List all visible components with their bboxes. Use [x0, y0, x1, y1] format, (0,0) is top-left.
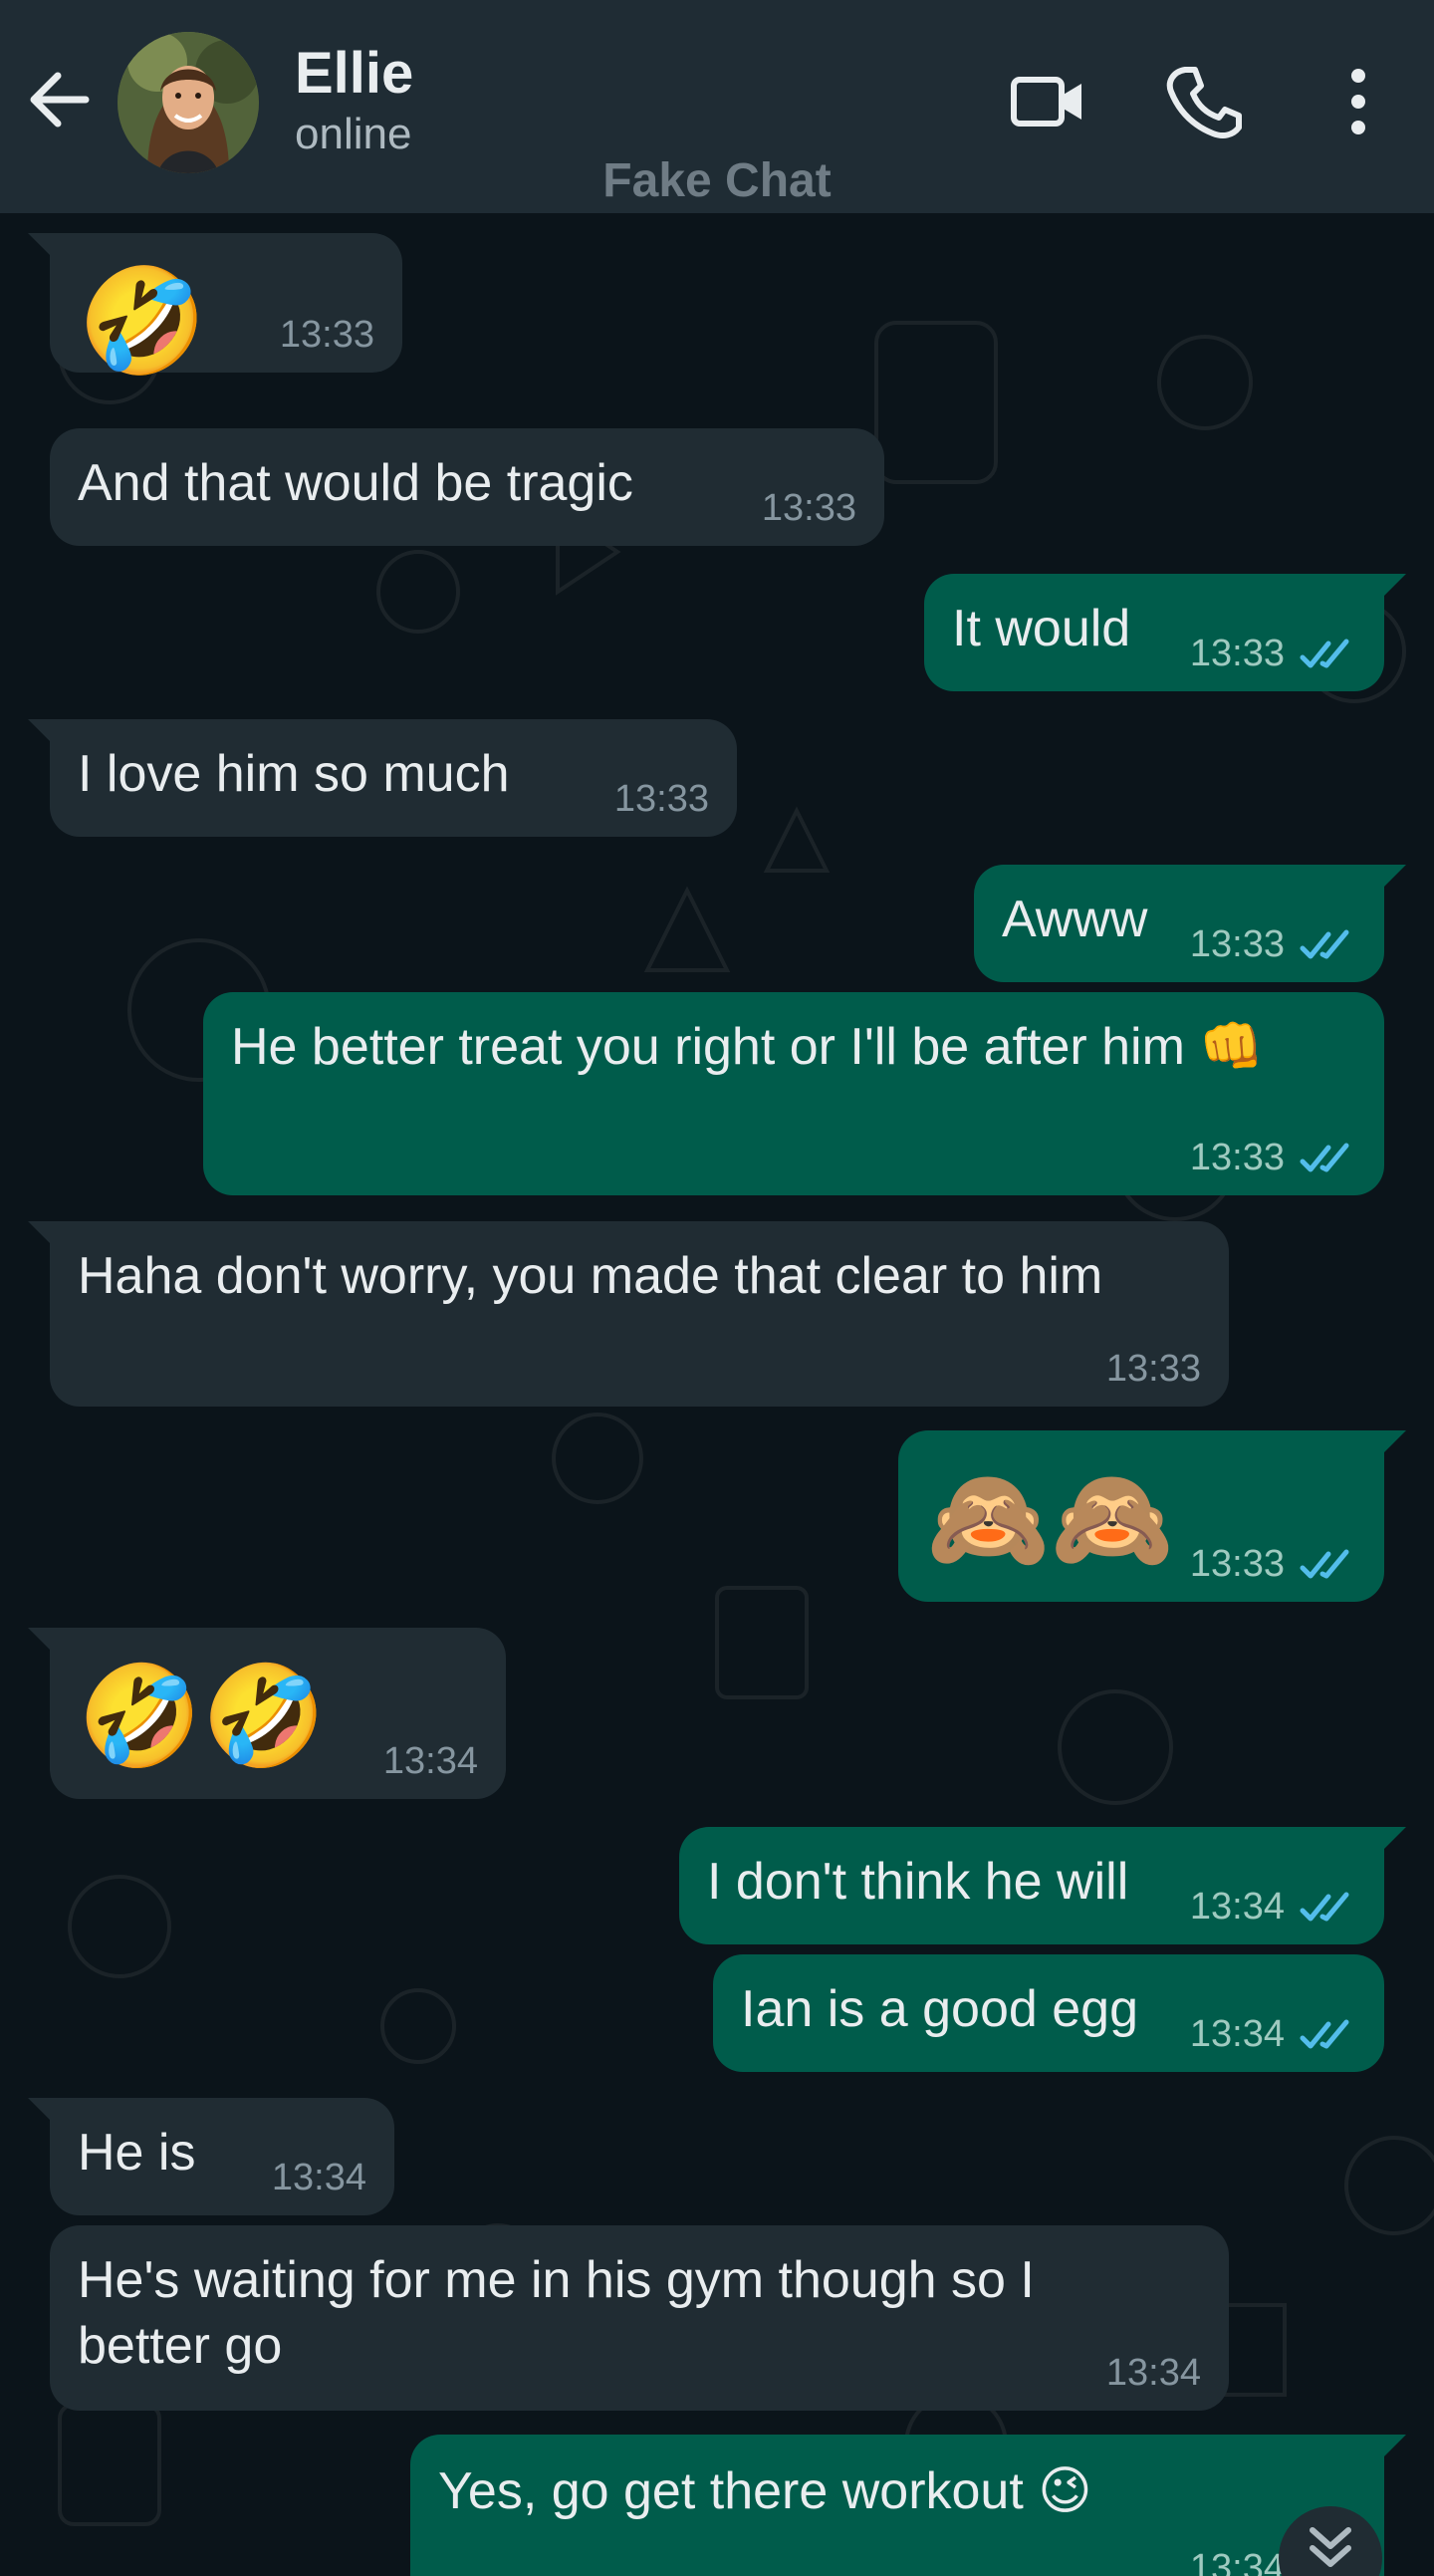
scroll-to-bottom-button[interactable] [1279, 2506, 1382, 2576]
message-time: 13:33 [1189, 1137, 1285, 1178]
message-bubble-incoming[interactable]: 🤣🤣 13:34 [28, 1628, 506, 1799]
message-bubble-outgoing[interactable]: He better treat you right or I'll be aft… [203, 992, 1384, 1195]
message-bubble-incoming[interactable]: He is 13:34 [28, 2098, 394, 2215]
message-text: 🤣 [78, 264, 207, 380]
message-text: 🙈🙈 [926, 1463, 1175, 1575]
message-bubble-outgoing[interactable]: Awww 13:33 [974, 865, 1406, 982]
message-time: 13:34 [1105, 2352, 1201, 2394]
chevron-double-down-icon [1310, 2527, 1351, 2567]
message-time: 13:33 [1189, 633, 1285, 674]
message-time: 13:34 [382, 1740, 478, 1782]
chat-screen: Ellie online Fake Chat 🤣 13:33 And that … [0, 0, 1434, 2576]
avatar[interactable] [118, 32, 259, 173]
read-receipt-icon [1300, 929, 1349, 958]
message-text: Yes, go get there workout 😉 [438, 2462, 1092, 2520]
message-text: Ian is a good egg [741, 1980, 1138, 2038]
message-bubble-incoming[interactable]: And that would be tragic 13:33 [50, 428, 884, 546]
message-bubble-incoming[interactable]: I love him so much 13:33 [28, 719, 737, 837]
message-time: 13:33 [761, 487, 856, 529]
message-text: It would [952, 600, 1131, 657]
message-bubble-outgoing[interactable]: Ian is a good egg 13:34 [713, 1954, 1384, 2072]
message-time: 13:33 [1189, 923, 1285, 965]
read-receipt-icon [1300, 1143, 1349, 1171]
back-arrow-icon[interactable] [22, 62, 98, 137]
message-time: 13:34 [271, 2157, 366, 2198]
read-receipt-icon [1300, 1549, 1349, 1578]
read-receipt-icon [1300, 1892, 1349, 1921]
message-time: 13:33 [1189, 1543, 1285, 1585]
message-bubble-outgoing[interactable]: Yes, go get there workout 😉 13:34 [410, 2435, 1406, 2576]
watermark-label: Fake Chat [602, 154, 832, 207]
voice-call-icon[interactable] [1163, 62, 1243, 141]
more-vertical-icon[interactable] [1318, 62, 1398, 141]
message-text: Awww [1002, 891, 1148, 948]
message-time: 13:34 [1189, 2013, 1285, 2055]
message-text: And that would be tragic [78, 454, 633, 512]
message-text: 🤣🤣 [78, 1661, 327, 1772]
contact-name[interactable]: Ellie [295, 40, 413, 107]
message-text: He's waiting for me in his gym though so… [78, 2251, 1035, 2375]
message-bubble-outgoing[interactable]: It would 13:33 [924, 574, 1406, 691]
message-time: 13:34 [1189, 1886, 1285, 1928]
message-time: 13:33 [613, 778, 709, 820]
message-bubble-incoming[interactable]: He's waiting for me in his gym though so… [50, 2225, 1229, 2411]
message-list[interactable]: 🤣 13:33 And that would be tragic 13:33 I… [0, 213, 1434, 2576]
message-time: 13:33 [279, 314, 374, 356]
message-text: Haha don't worry, you made that clear to… [78, 1247, 1103, 1305]
message-bubble-incoming[interactable]: Haha don't worry, you made that clear to… [28, 1221, 1229, 1407]
message-time: 13:34 [1189, 2547, 1285, 2576]
message-text: I love him so much [78, 745, 510, 803]
message-bubble-outgoing[interactable]: 🙈🙈 13:33 [898, 1430, 1406, 1602]
message-bubble-incoming[interactable]: 🤣 13:33 [28, 233, 402, 380]
read-receipt-icon [1300, 639, 1349, 667]
message-bubble-outgoing[interactable]: I don't think he will 13:34 [679, 1827, 1406, 1944]
contact-status: online [295, 110, 412, 158]
read-receipt-icon [1300, 2019, 1349, 2048]
message-text: I don't think he will [707, 1853, 1129, 1911]
video-call-icon[interactable] [1008, 62, 1087, 141]
message-time: 13:33 [1105, 1348, 1201, 1390]
message-text: He better treat you right or I'll be aft… [231, 1018, 1265, 1076]
message-text: He is [78, 2124, 196, 2182]
